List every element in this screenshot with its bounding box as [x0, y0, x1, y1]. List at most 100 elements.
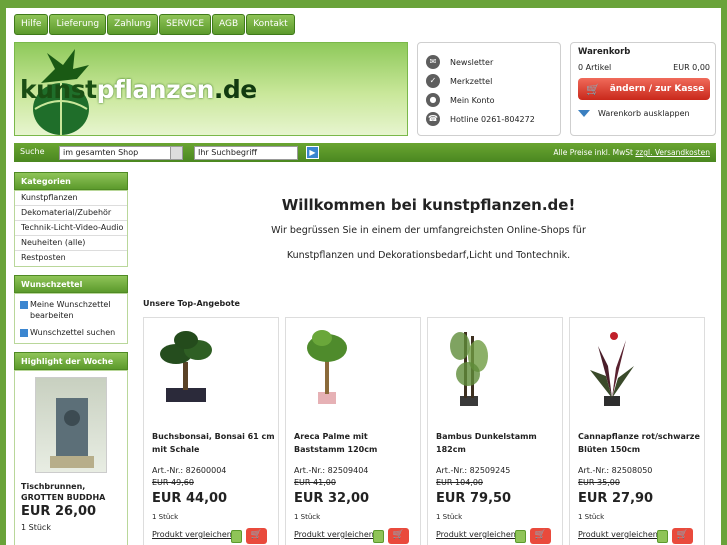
wishlist-add-button[interactable] — [515, 530, 526, 543]
category-kunstpflanzen[interactable]: Kunstpflanzen — [15, 191, 127, 206]
chevron-down-icon — [578, 110, 590, 117]
highlight-title: Highlight der Woche — [14, 352, 128, 370]
wishlist-box: Meine Wunschzettel bearbeiten Wunschzett… — [14, 293, 128, 344]
page: Hilfe Lieferung Zahlung SERVICE AGB Kont… — [6, 8, 721, 545]
search-scope-value: im gesamten Shop — [63, 148, 139, 157]
nav-zahlung[interactable]: Zahlung — [107, 14, 159, 35]
wishlist-edit-link[interactable]: Meine Wunschzettel bearbeiten — [20, 299, 122, 321]
logo-part-pflanzen: pflanzen — [96, 75, 215, 104]
add-to-cart-button[interactable]: 🛒 — [246, 528, 267, 544]
compare-link[interactable]: Produkt vergleichen — [294, 530, 374, 539]
service-box: ✉ Newsletter ✓ Merkzettel ● Mein Konto ☎… — [417, 42, 561, 136]
add-to-cart-button[interactable]: 🛒 — [530, 528, 551, 544]
highlight-price: EUR 26,00 — [21, 504, 97, 519]
product-name[interactable]: Cannapflanze rot/schwarze Blüten 150cm — [578, 430, 702, 456]
newsletter-link[interactable]: ✉ Newsletter — [426, 53, 493, 71]
product-name[interactable]: Areca Palme mit Baststamm 120cm — [294, 430, 418, 456]
nav-agb[interactable]: AGB — [212, 14, 246, 35]
cart-title: Warenkorb — [578, 47, 631, 57]
welcome-title: Willkommen bei kunstpflanzen.de! — [281, 196, 576, 214]
wishlist-add-button[interactable] — [373, 530, 384, 543]
category-neuheiten[interactable]: Neuheiten (alle) — [15, 236, 127, 251]
nav-kontakt[interactable]: Kontakt — [246, 14, 295, 35]
highlight-product-name[interactable]: Tischbrunnen, GROTTEN BUDDHA — [21, 481, 125, 503]
welcome-text-line1: Wir begrüssen Sie in einem der umfangrei… — [271, 225, 586, 236]
merkzettel-link[interactable]: ✓ Merkzettel — [426, 72, 492, 90]
header: kunstpflanzen.de ✉ Newsletter ✓ Merkzett… — [14, 42, 716, 138]
merkzettel-label: Merkzettel — [450, 76, 493, 86]
product-old-price: EUR 41,00 — [294, 478, 336, 487]
category-restposten[interactable]: Restposten — [15, 251, 127, 266]
wishlist-add-button[interactable] — [657, 530, 668, 543]
search-submit-button[interactable]: ▶ — [306, 146, 319, 159]
product-old-price: EUR 35,00 — [578, 478, 620, 487]
search-placeholder: Ihr Suchbegriff — [198, 148, 257, 157]
wishlist-search-link[interactable]: Wunschzettel suchen — [20, 327, 122, 338]
account-link[interactable]: ● Mein Konto — [426, 91, 495, 109]
categories-title: Kategorien — [14, 172, 128, 190]
category-technik[interactable]: Technik-Licht-Video-Audio — [15, 221, 127, 236]
prices-note-text: Alle Preise inkl. MwSt — [553, 148, 633, 157]
nav-lieferung[interactable]: Lieferung — [49, 14, 107, 35]
search-input[interactable]: Ihr Suchbegriff — [194, 146, 298, 160]
compare-link[interactable]: Produkt vergleichen — [152, 530, 232, 539]
palm-product-image[interactable] — [294, 326, 362, 408]
add-to-cart-button[interactable]: 🛒 — [388, 528, 409, 544]
nav-service[interactable]: SERVICE — [159, 14, 212, 35]
account-label: Mein Konto — [450, 95, 495, 105]
product-old-price: EUR 49,60 — [152, 478, 194, 487]
bamboo-product-image[interactable] — [436, 326, 504, 408]
wishlist-title: Wunschzettel — [14, 275, 128, 293]
product-qty: 1 Stück — [436, 513, 463, 521]
wishlist-add-button[interactable] — [231, 530, 242, 543]
wishlist-search-label: Wunschzettel suchen — [30, 328, 116, 337]
product-price: EUR 27,90 — [578, 491, 654, 506]
compare-link[interactable]: Produkt vergleichen — [578, 530, 658, 539]
dropdown-arrow-icon — [170, 147, 182, 159]
add-to-cart-button[interactable]: 🛒 — [672, 528, 693, 544]
logo-part-kunst: kunst — [20, 75, 97, 104]
phone-icon: ☎ — [426, 112, 440, 126]
product-article-number: Art.-Nr.: 82509404 — [294, 466, 369, 475]
hotline-label: Hotline 0261-804272 — [450, 114, 535, 124]
product-price: EUR 44,00 — [152, 491, 228, 506]
bonsai-product-image[interactable] — [152, 326, 220, 408]
sidebar: Kategorien Kunstpflanzen Dekomaterial/Zu… — [14, 172, 128, 545]
product-article-number: Art.-Nr.: 82600004 — [152, 466, 227, 475]
product-article-number: Art.-Nr.: 82508050 — [578, 466, 653, 475]
compare-link[interactable]: Produkt vergleichen — [436, 530, 516, 539]
checkout-button[interactable]: 🛒 ändern / zur Kasse — [578, 78, 710, 100]
category-dekomaterial[interactable]: Dekomaterial/Zubehör — [15, 206, 127, 221]
checkout-label: ändern / zur Kasse — [609, 84, 705, 94]
logo[interactable]: kunstpflanzen.de — [14, 42, 408, 136]
product-card: Bambus Dunkelstamm 182cm Art.-Nr.: 82509… — [427, 317, 563, 545]
product-price: EUR 32,00 — [294, 491, 370, 506]
shipping-link[interactable]: zzgl. Versandkosten — [635, 148, 710, 157]
welcome-text-line2: Kunstpflanzen und Dekorationsbedarf,Lich… — [286, 250, 571, 261]
cart-box: Warenkorb 0 Artikel EUR 0,00 🛒 ändern / … — [570, 42, 716, 136]
product-name[interactable]: Buchsbonsai, Bonsai 61 cm mit Schale — [152, 430, 276, 456]
product-list: Buchsbonsai, Bonsai 61 cm mit Schale Art… — [143, 317, 705, 545]
user-icon: ● — [426, 93, 440, 107]
cart-icon: 🛒 — [586, 82, 600, 96]
cart-expand-toggle[interactable]: Warenkorb ausklappen — [578, 109, 690, 118]
product-name[interactable]: Bambus Dunkelstamm 182cm — [436, 430, 560, 456]
mail-icon: ✉ — [426, 55, 440, 69]
product-card: Buchsbonsai, Bonsai 61 cm mit Schale Art… — [143, 317, 279, 545]
hotline-link[interactable]: ☎ Hotline 0261-804272 — [426, 110, 535, 128]
nav-hilfe[interactable]: Hilfe — [14, 14, 49, 35]
canna-product-image[interactable] — [578, 326, 646, 408]
search-scope-select[interactable]: im gesamten Shop — [59, 146, 183, 160]
product-qty: 1 Stück — [294, 513, 321, 521]
cart-expand-label: Warenkorb ausklappen — [598, 109, 690, 118]
product-old-price: EUR 104,00 — [436, 478, 484, 487]
product-price: EUR 79,50 — [436, 491, 512, 506]
cart-total: EUR 0,00 — [673, 63, 710, 72]
arrow-bullet-icon — [20, 329, 28, 337]
search-label: Suche — [20, 147, 45, 156]
fountain-icon — [50, 398, 94, 468]
product-card: Cannapflanze rot/schwarze Blüten 150cm A… — [569, 317, 705, 545]
product-article-number: Art.-Nr.: 82509245 — [436, 466, 511, 475]
check-icon: ✓ — [426, 74, 440, 88]
fountain-product-image[interactable] — [35, 377, 107, 473]
